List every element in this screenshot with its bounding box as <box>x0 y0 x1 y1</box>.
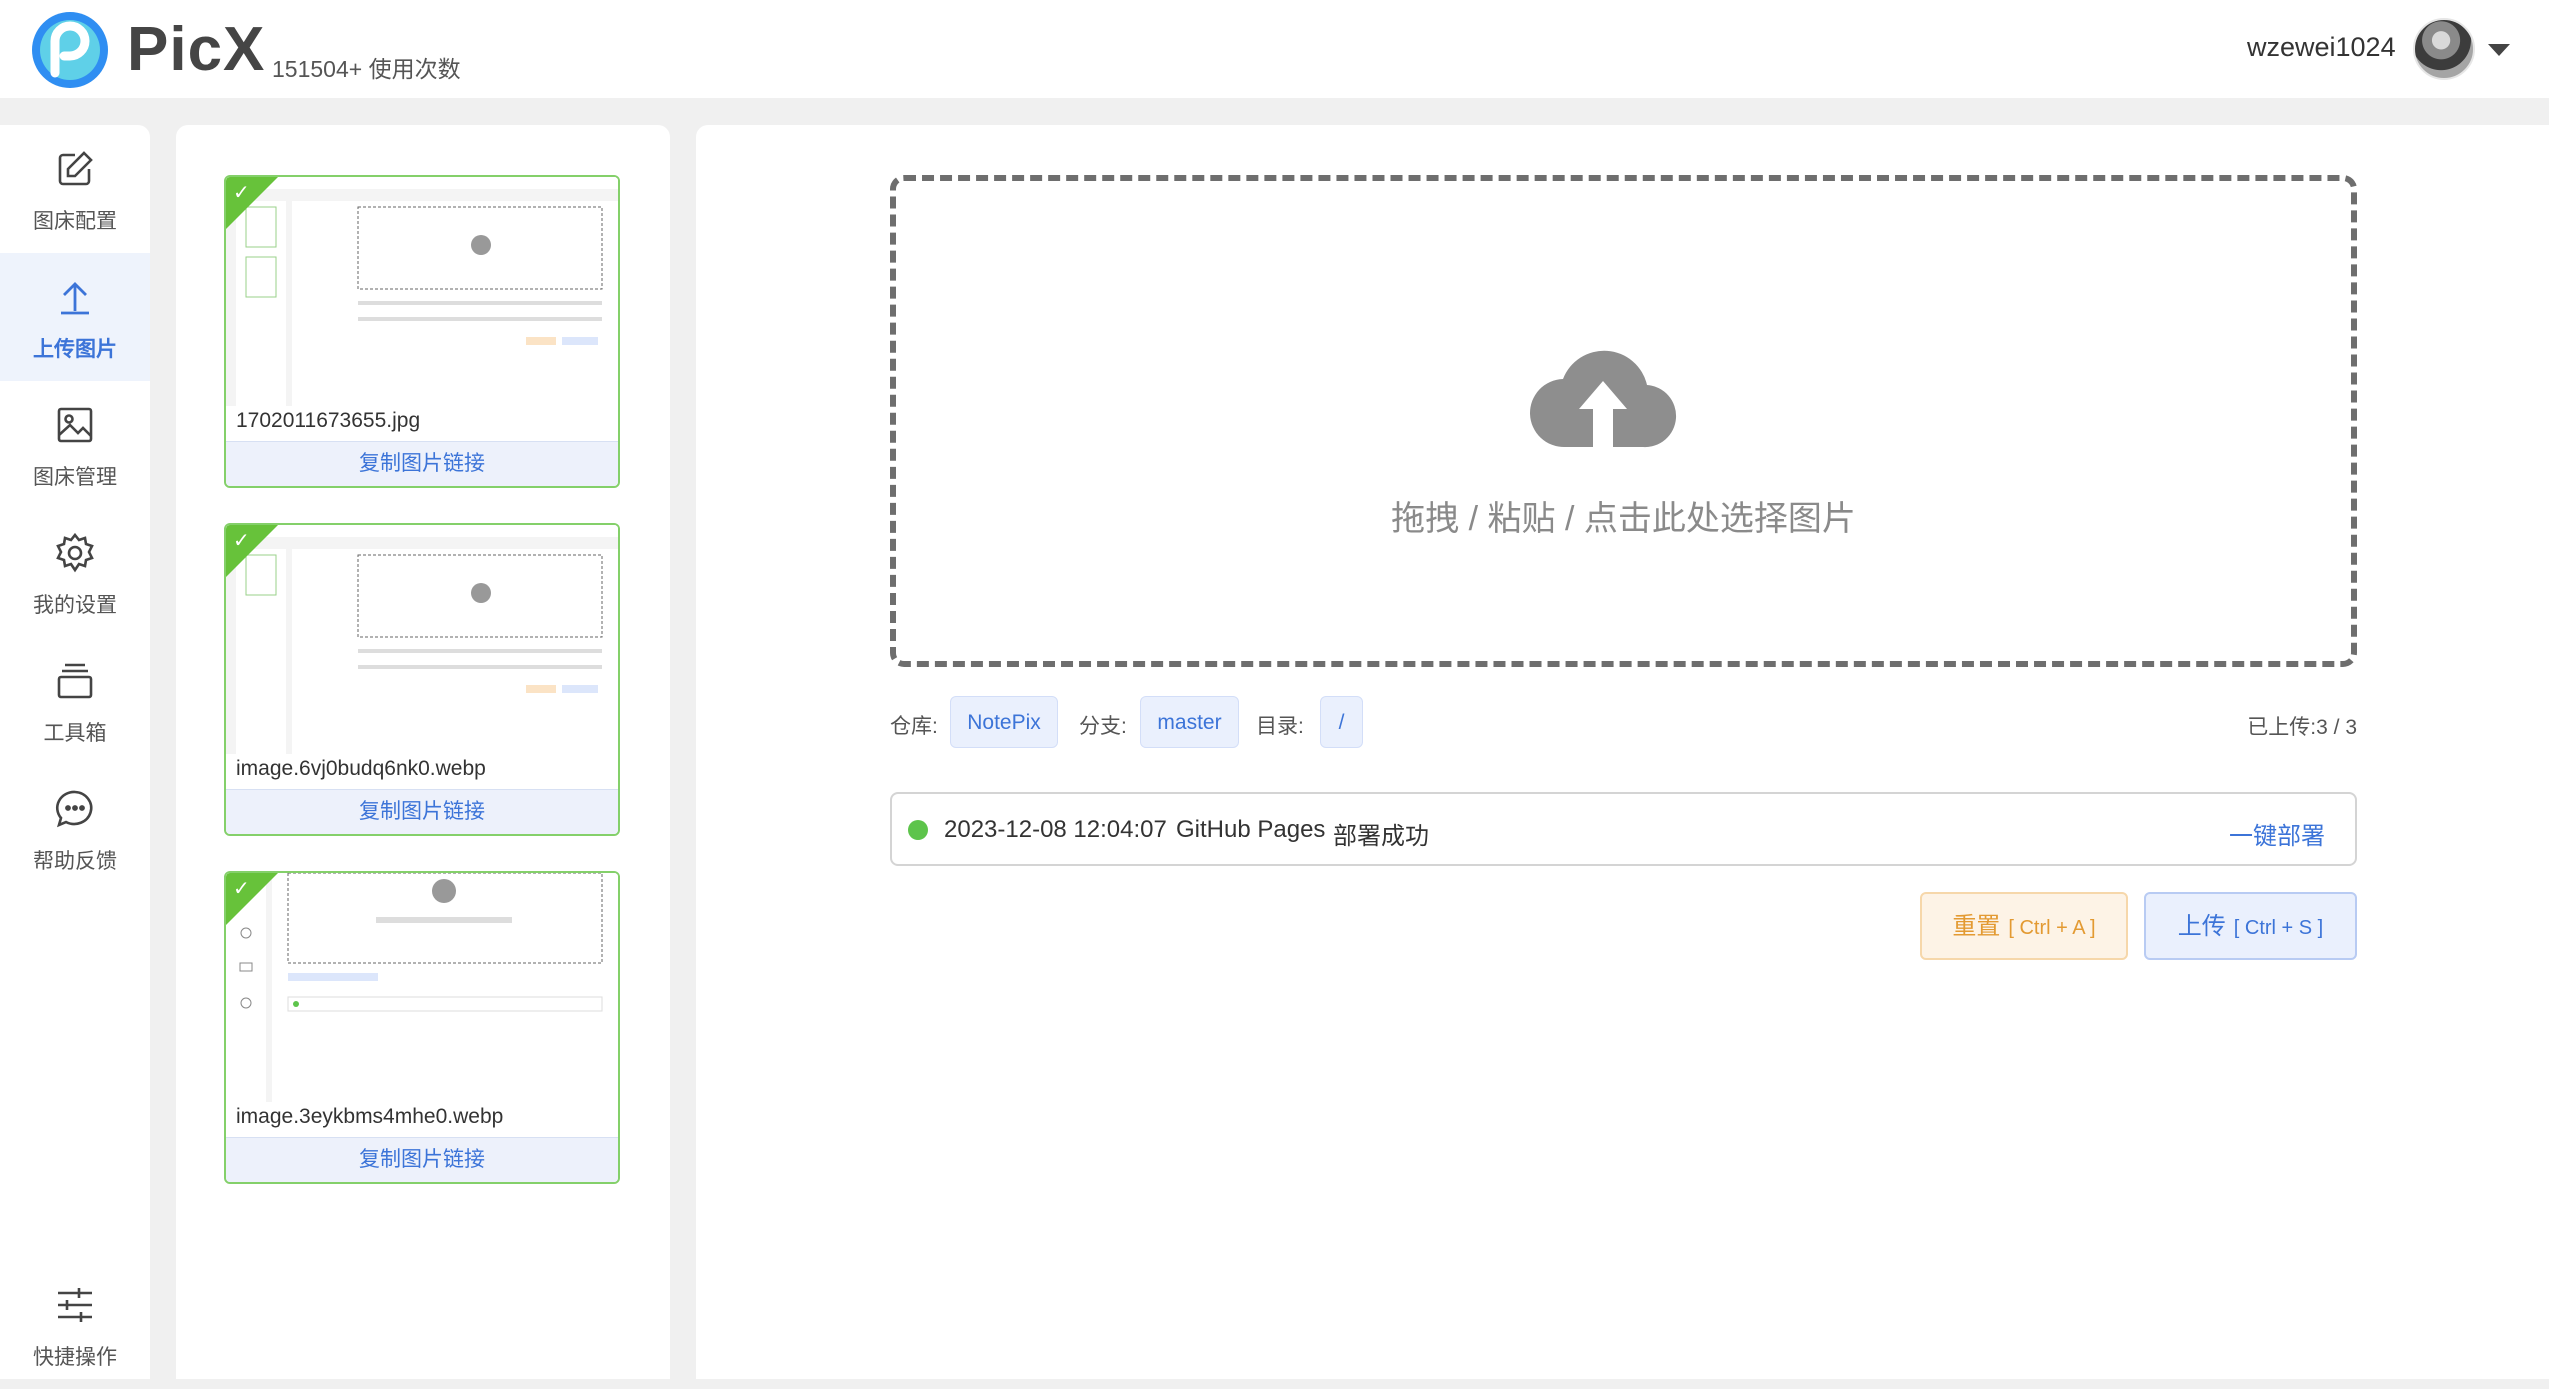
image-thumbnail[interactable] <box>226 873 618 1102</box>
chevron-down-icon[interactable] <box>2488 44 2510 56</box>
reset-button-label: 重置 <box>1952 913 2001 940</box>
file-name: 1702011673655.jpg <box>236 409 421 432</box>
upload-button-label: 上传 <box>2177 913 2226 940</box>
dir-tag[interactable]: / <box>1320 696 1363 748</box>
copy-link-button[interactable]: 复制图片链接 <box>226 441 618 486</box>
sidebar-item-label: 上传图片 <box>33 338 117 361</box>
sidebar-item-label: 帮助反馈 <box>33 850 117 873</box>
picx-logo-icon[interactable] <box>31 11 109 89</box>
deploy-service: GitHub Pages <box>1176 816 1326 843</box>
list-item[interactable]: ✓ image.6vj0budq6nk0.webp 复制图片链接 <box>224 523 620 836</box>
sidebar-item-shortcuts[interactable]: 快捷操作 <box>0 1261 150 1389</box>
upload-icon <box>61 282 89 315</box>
image-thumbnail[interactable] <box>226 177 618 406</box>
deploy-status-bar: 2023-12-08 12:04:07 GitHub Pages 部署成功 一键… <box>890 792 2357 866</box>
file-name: image.6vj0budq6nk0.webp <box>236 757 486 780</box>
cloud-upload-icon <box>1530 350 1677 448</box>
sidebar-item-label: 快捷操作 <box>33 1346 117 1369</box>
sidebar-item-label: 图床配置 <box>33 210 117 233</box>
repo-info-row: 仓库: NotePix 分支: master 目录: / 已上传:3 / 3 <box>890 696 2357 750</box>
sidebar-item-label: 工具箱 <box>43 722 107 745</box>
deploy-state: 部署成功 <box>1333 823 1429 850</box>
copy-link-button[interactable]: 复制图片链接 <box>226 789 618 834</box>
sidebar-item-label: 我的设置 <box>33 594 117 617</box>
reset-button[interactable]: 重置 [ Ctrl + A ] <box>1920 892 2128 960</box>
sidebar-item-config[interactable]: 图床配置 <box>0 125 150 253</box>
file-name: image.3eykbms4mhe0.webp <box>236 1105 504 1128</box>
branch-label: 分支: <box>1079 715 1127 738</box>
top-header: PicX 151504+ 使用次数 wzewei1024 <box>0 0 2549 98</box>
image-thumbnail[interactable] <box>226 525 618 754</box>
username[interactable]: wzewei1024 <box>2247 32 2396 63</box>
list-item[interactable]: ✓ 1702011673655.jpg 复制图片链接 <box>224 175 620 488</box>
sliders-icon <box>58 1288 92 1322</box>
status-indicator <box>908 820 928 840</box>
sidebar-item-manage[interactable]: 图床管理 <box>0 381 150 509</box>
check-icon: ✓ <box>233 878 250 900</box>
check-icon: ✓ <box>233 182 250 204</box>
dropzone-hint: 拖拽 / 粘贴 / 点击此处选择图片 <box>1391 500 1856 538</box>
sidebar-item-toolbox[interactable]: 工具箱 <box>0 637 150 765</box>
dir-label: 目录: <box>1256 715 1304 738</box>
copy-link-button[interactable]: 复制图片链接 <box>226 1137 618 1182</box>
one-click-deploy-button[interactable]: 一键部署 <box>2229 816 2325 851</box>
upload-shortcut: [ Ctrl + S ] <box>2233 917 2324 939</box>
list-item[interactable]: ✓ image.3eykbms4mhe0.webp 复制图片链接 <box>224 871 620 1184</box>
chat-icon <box>56 790 93 828</box>
upload-main-panel: 拖拽 / 粘贴 / 点击此处选择图片 仓库: NotePix 分支: maste… <box>696 125 2549 1379</box>
sidebar-item-label: 图床管理 <box>33 466 117 489</box>
edit-icon <box>58 151 93 186</box>
deploy-time: 2023-12-08 12:04:07 <box>944 816 1167 843</box>
uploaded-count: 已上传:3 / 3 <box>2247 716 2357 739</box>
brand-name: PicX <box>127 15 266 84</box>
sidebar-item-upload[interactable]: 上传图片 <box>0 253 150 381</box>
branch-tag[interactable]: master <box>1140 696 1239 748</box>
usage-count: 151504+ 使用次数 <box>272 56 461 82</box>
repo-label: 仓库: <box>890 715 938 738</box>
image-dropzone[interactable]: 拖拽 / 粘贴 / 点击此处选择图片 <box>890 175 2357 667</box>
sidebar-item-settings[interactable]: 我的设置 <box>0 509 150 637</box>
gear-icon <box>56 532 94 573</box>
repo-tag[interactable]: NotePix <box>950 696 1058 748</box>
reset-shortcut: [ Ctrl + A ] <box>2008 917 2096 939</box>
image-icon <box>57 407 93 443</box>
sidebar-nav: 图床配置 上传图片 图床管理 我的设置 工具箱 帮助反馈 快捷操作 <box>0 125 150 1379</box>
toolbox-icon <box>57 663 93 699</box>
sidebar-item-help[interactable]: 帮助反馈 <box>0 765 150 893</box>
upload-list-panel: ✓ 1702011673655.jpg 复制图片链接 ✓ image.6vj0b… <box>176 125 670 1379</box>
check-icon: ✓ <box>233 530 250 552</box>
avatar[interactable] <box>2413 18 2475 80</box>
upload-button[interactable]: 上传 [ Ctrl + S ] <box>2144 892 2357 960</box>
